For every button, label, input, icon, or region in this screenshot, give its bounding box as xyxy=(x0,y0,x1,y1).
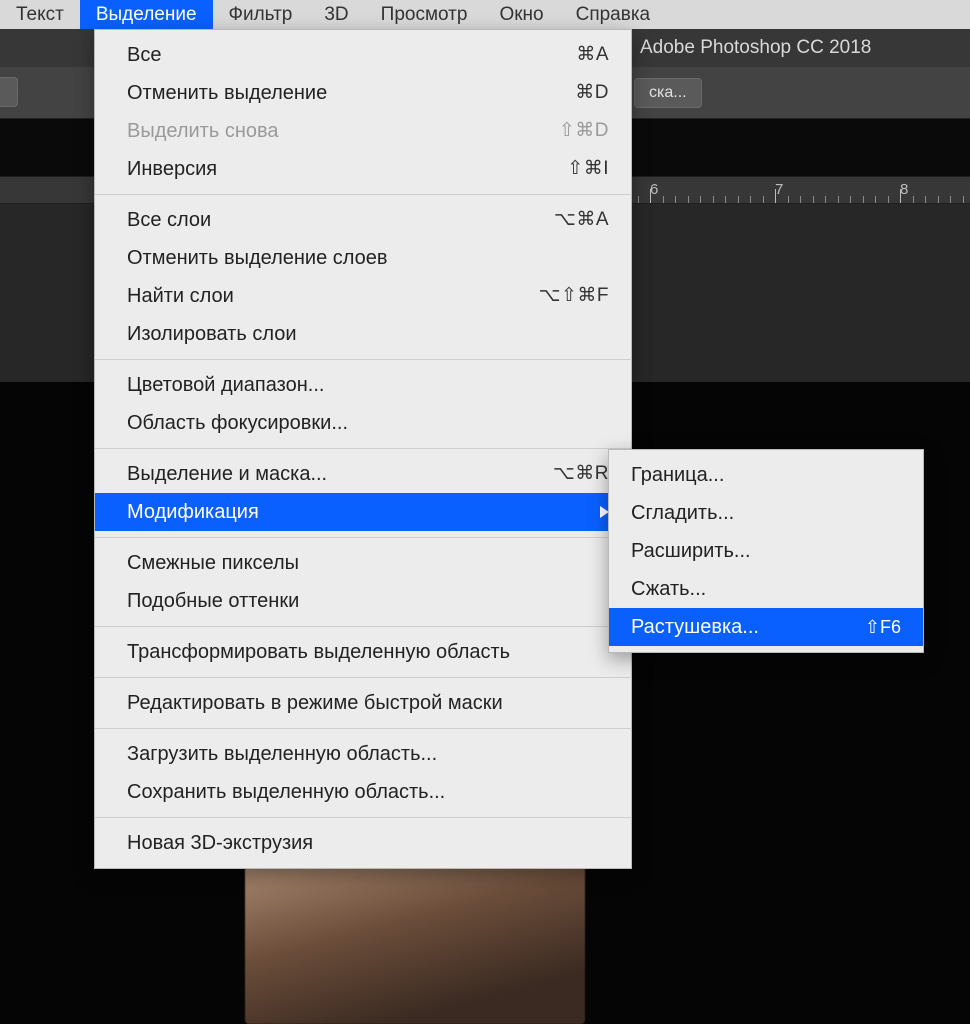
menu-item-isolate-layers[interactable]: Изолировать слои xyxy=(95,315,631,353)
menu-item-focus-area[interactable]: Область фокусировки... xyxy=(95,404,631,442)
menu-item-transform-selection[interactable]: Трансформировать выделенную область xyxy=(95,633,631,671)
menu-help[interactable]: Справка xyxy=(560,0,667,30)
menu-item-label: Загрузить выделенную область... xyxy=(127,739,609,769)
submenu-item-label: Сгладить... xyxy=(631,498,734,528)
submenu-item-contract[interactable]: Сжать... xyxy=(609,570,923,608)
menu-item-load-selection[interactable]: Загрузить выделенную область... xyxy=(95,735,631,773)
menu-separator xyxy=(95,448,631,449)
menu-item-label: Инверсия xyxy=(127,154,567,184)
menu-item-shortcut: ⌥⇧⌘F xyxy=(539,282,609,311)
menu-item-shortcut: ⌥⌘A xyxy=(554,206,609,235)
submenu-item-label: Граница... xyxy=(631,460,724,490)
menu-item-label: Найти слои xyxy=(127,281,539,311)
ruler-tick-label: 7 xyxy=(775,181,783,198)
submenu-item-feather[interactable]: Растушевка... ⇧F6 xyxy=(609,608,923,646)
menu-3d[interactable]: 3D xyxy=(308,0,364,30)
menu-item-shortcut: ⇧⌘I xyxy=(567,155,609,184)
menu-filter[interactable]: Фильтр xyxy=(213,0,309,30)
menu-item-shortcut: ⌥⌘R xyxy=(553,460,609,489)
menu-item-shortcut: ⌘A xyxy=(576,41,609,70)
submenu-item-shortcut: ⇧F6 xyxy=(865,614,901,641)
ruler-tick-label: 8 xyxy=(900,181,908,198)
modify-submenu: Граница... Сгладить... Расширить... Сжат… xyxy=(608,449,924,653)
menu-item-all-layers[interactable]: Все слои ⌥⌘A xyxy=(95,201,631,239)
menu-item-new-3d-extrusion[interactable]: Новая 3D-экструзия xyxy=(95,824,631,862)
menu-item-label: Цветовой диапазон... xyxy=(127,370,609,400)
menu-item-label: Новая 3D-экструзия xyxy=(127,828,609,858)
options-bar-button[interactable]: ска... xyxy=(634,78,702,108)
menu-item-label: Подобные оттенки xyxy=(127,586,609,616)
menu-separator xyxy=(95,359,631,360)
menu-item-label: Сохранить выделенную область... xyxy=(127,777,609,807)
menu-bar: Текст Выделение Фильтр 3D Просмотр Окно … xyxy=(0,0,970,29)
menu-separator xyxy=(95,537,631,538)
submenu-item-smooth[interactable]: Сгладить... xyxy=(609,494,923,532)
submenu-item-label: Сжать... xyxy=(631,574,706,604)
menu-item-label: Отменить выделение слоев xyxy=(127,243,609,273)
menu-item-label: Редактировать в режиме быстрой маски xyxy=(127,688,609,718)
menu-item-shortcut: ⇧⌘D xyxy=(559,117,609,146)
menu-item-quick-mask[interactable]: Редактировать в режиме быстрой маски xyxy=(95,684,631,722)
menu-view[interactable]: Просмотр xyxy=(365,0,484,30)
menu-item-label: Изолировать слои xyxy=(127,319,609,349)
menu-selection[interactable]: Выделение xyxy=(80,0,213,30)
menu-item-similar[interactable]: Подобные оттенки xyxy=(95,582,631,620)
menu-item-label: Отменить выделение xyxy=(127,78,575,108)
menu-separator xyxy=(95,677,631,678)
submenu-item-label: Растушевка... xyxy=(631,612,759,642)
menu-item-inverse[interactable]: Инверсия ⇧⌘I xyxy=(95,150,631,188)
menu-separator xyxy=(95,194,631,195)
submenu-item-border[interactable]: Граница... xyxy=(609,456,923,494)
menu-text[interactable]: Текст xyxy=(0,0,80,30)
menu-item-select-all[interactable]: Все ⌘A xyxy=(95,36,631,74)
menu-item-modify[interactable]: Модификация xyxy=(95,493,631,531)
menu-item-label: Область фокусировки... xyxy=(127,408,609,438)
menu-item-grow[interactable]: Смежные пикселы xyxy=(95,544,631,582)
menu-item-save-selection[interactable]: Сохранить выделенную область... xyxy=(95,773,631,811)
menu-item-find-layers[interactable]: Найти слои ⌥⇧⌘F xyxy=(95,277,631,315)
menu-item-label: Модификация xyxy=(127,497,588,527)
menu-window[interactable]: Окно xyxy=(483,0,559,30)
menu-item-reselect: Выделить снова ⇧⌘D xyxy=(95,112,631,150)
menu-separator xyxy=(95,626,631,627)
app-title: Adobe Photoshop CC 2018 xyxy=(640,37,871,59)
ruler-tick-label: 6 xyxy=(650,181,658,198)
menu-item-label: Выделение и маска... xyxy=(127,459,553,489)
menu-item-label: Смежные пикселы xyxy=(127,548,609,578)
menu-item-label: Выделить снова xyxy=(127,116,559,146)
options-bar-left-fragment xyxy=(0,77,18,107)
menu-item-label: Все xyxy=(127,40,576,70)
menu-item-label: Трансформировать выделенную область xyxy=(127,637,609,667)
menu-item-color-range[interactable]: Цветовой диапазон... xyxy=(95,366,631,404)
menu-item-deselect[interactable]: Отменить выделение ⌘D xyxy=(95,74,631,112)
submenu-item-expand[interactable]: Расширить... xyxy=(609,532,923,570)
menu-separator xyxy=(95,817,631,818)
submenu-item-label: Расширить... xyxy=(631,536,751,566)
menu-item-shortcut: ⌘D xyxy=(575,79,609,108)
selection-menu-dropdown: Все ⌘A Отменить выделение ⌘D Выделить сн… xyxy=(94,29,632,869)
menu-item-select-and-mask[interactable]: Выделение и маска... ⌥⌘R xyxy=(95,455,631,493)
menu-item-deselect-layers[interactable]: Отменить выделение слоев xyxy=(95,239,631,277)
menu-item-label: Все слои xyxy=(127,205,554,235)
menu-separator xyxy=(95,728,631,729)
